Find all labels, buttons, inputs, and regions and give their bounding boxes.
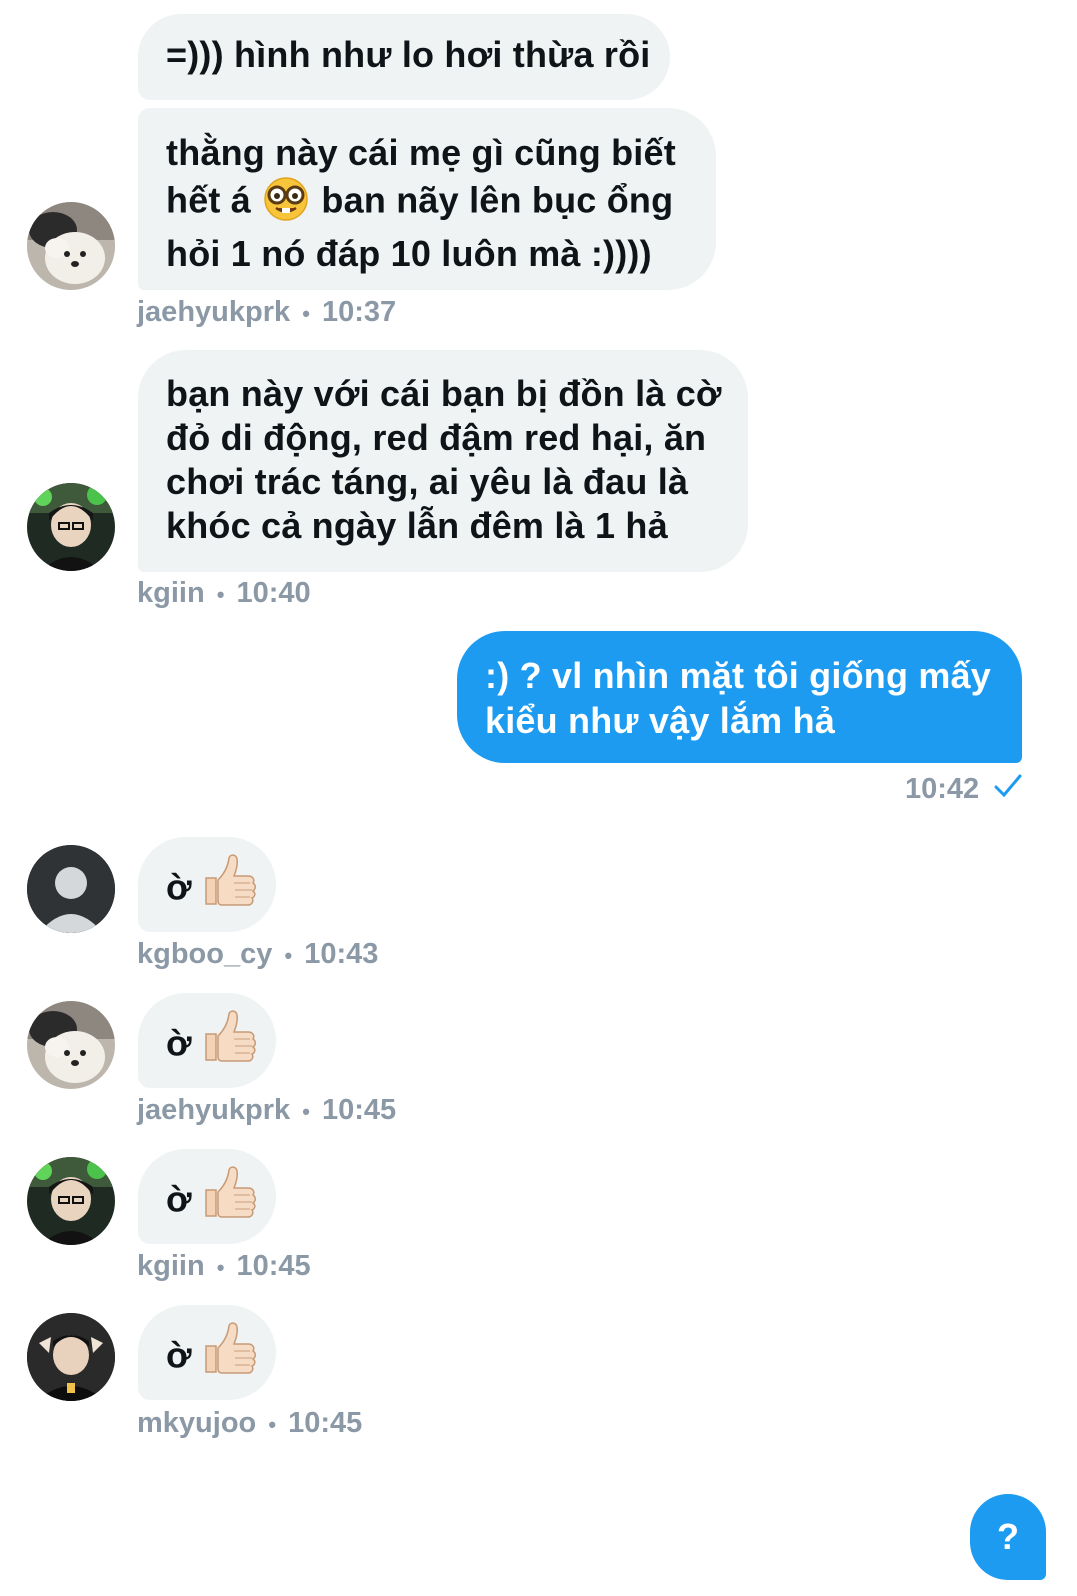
sender-name[interactable]: kgiin bbox=[137, 1250, 205, 1282]
timestamp: 10:45 bbox=[288, 1407, 363, 1439]
sender-name[interactable]: mkyujoo bbox=[137, 1407, 256, 1439]
sender-name[interactable]: kgboo_cy bbox=[137, 938, 272, 970]
timestamp: 10:45 bbox=[236, 1250, 311, 1282]
message-text: thằng này cái mẹ gì cũng biết bbox=[166, 132, 676, 173]
timestamp: 10:43 bbox=[304, 938, 379, 970]
message-meta: kgboo_cy • 10:43 bbox=[137, 938, 378, 971]
meta-separator: • bbox=[302, 301, 310, 326]
message-text: chơi trác táng, ai yêu là đau là bbox=[166, 461, 689, 502]
message-bubble[interactable]: bạn này với cái bạn bị đồn là cờ đỏ di đ… bbox=[138, 350, 748, 572]
message-text: kiểu như vậy lắm hả bbox=[485, 700, 836, 741]
thumbs-up-emoji bbox=[198, 852, 258, 918]
message-text: bạn này với cái bạn bị đồn là cờ bbox=[166, 373, 722, 414]
message-meta: jaehyukprk • 10:37 bbox=[137, 296, 396, 329]
message-bubble[interactable]: thằng này cái mẹ gì cũng biết hết á ban … bbox=[138, 108, 716, 290]
message-bubble[interactable]: ờ bbox=[138, 837, 276, 932]
fab-label: ? bbox=[997, 1516, 1019, 1557]
message-text-line: hết á ban nãy lên bục ổng bbox=[166, 175, 716, 231]
message-meta: 10:42 bbox=[905, 773, 1023, 807]
thumbs-up-emoji bbox=[198, 1164, 258, 1230]
sender-name[interactable]: jaehyukprk bbox=[137, 1094, 290, 1126]
timestamp: 10:45 bbox=[321, 1094, 397, 1126]
message-text: đỏ di động, red đậm red hại, ăn bbox=[166, 417, 707, 458]
avatar[interactable] bbox=[27, 1001, 115, 1089]
message-meta: jaehyukprk • 10:45 bbox=[137, 1094, 396, 1127]
avatar[interactable] bbox=[27, 483, 115, 571]
thumbs-up-emoji bbox=[198, 1320, 258, 1386]
timestamp: 10:40 bbox=[236, 577, 311, 609]
meta-separator: • bbox=[284, 943, 293, 968]
meta-separator: • bbox=[268, 1412, 277, 1437]
message-text: hỏi 1 nó đáp 10 luôn mà :)))) bbox=[166, 233, 652, 274]
timestamp: 10:37 bbox=[321, 296, 397, 328]
sender-name[interactable]: jaehyukprk bbox=[137, 296, 290, 328]
message-bubble[interactable]: =))) hình như lo hơi thừa rồi bbox=[138, 14, 670, 100]
message-bubble[interactable]: ờ bbox=[138, 1149, 276, 1244]
avatar[interactable] bbox=[27, 1157, 115, 1245]
default-avatar-icon[interactable] bbox=[27, 845, 115, 933]
nerd-face-emoji bbox=[261, 175, 311, 231]
avatar[interactable] bbox=[27, 1313, 115, 1401]
meta-separator: • bbox=[216, 1255, 225, 1280]
thumbs-up-emoji bbox=[198, 1008, 258, 1074]
message-text: =))) hình như lo hơi thừa rồi bbox=[166, 34, 651, 75]
avatar[interactable] bbox=[27, 202, 115, 290]
message-text: ờ bbox=[166, 1022, 192, 1064]
message-text: ờ bbox=[166, 1334, 192, 1376]
message-text: ờ bbox=[166, 866, 192, 908]
message-text: khóc cả ngày lẫn đêm là 1 hả bbox=[166, 505, 668, 546]
meta-separator: • bbox=[302, 1099, 310, 1124]
message-bubble-outgoing[interactable]: :) ? vl nhìn mặt tôi giống mấy kiểu như … bbox=[457, 631, 1022, 763]
message-meta: kgiin • 10:40 bbox=[137, 577, 311, 610]
message-meta: mkyujoo • 10:45 bbox=[137, 1407, 362, 1440]
message-meta: kgiin • 10:45 bbox=[137, 1250, 311, 1283]
timestamp: 10:42 bbox=[905, 773, 980, 805]
sender-name[interactable]: kgiin bbox=[137, 577, 205, 609]
floating-action-button[interactable]: ? bbox=[970, 1494, 1046, 1580]
meta-separator: • bbox=[216, 582, 225, 607]
message-bubble[interactable]: ờ bbox=[138, 1305, 276, 1400]
message-text: :) ? vl nhìn mặt tôi giống mấy bbox=[485, 655, 991, 696]
read-check-icon bbox=[993, 773, 1023, 807]
message-bubble[interactable]: ờ bbox=[138, 993, 276, 1088]
message-text: ờ bbox=[166, 1178, 192, 1220]
